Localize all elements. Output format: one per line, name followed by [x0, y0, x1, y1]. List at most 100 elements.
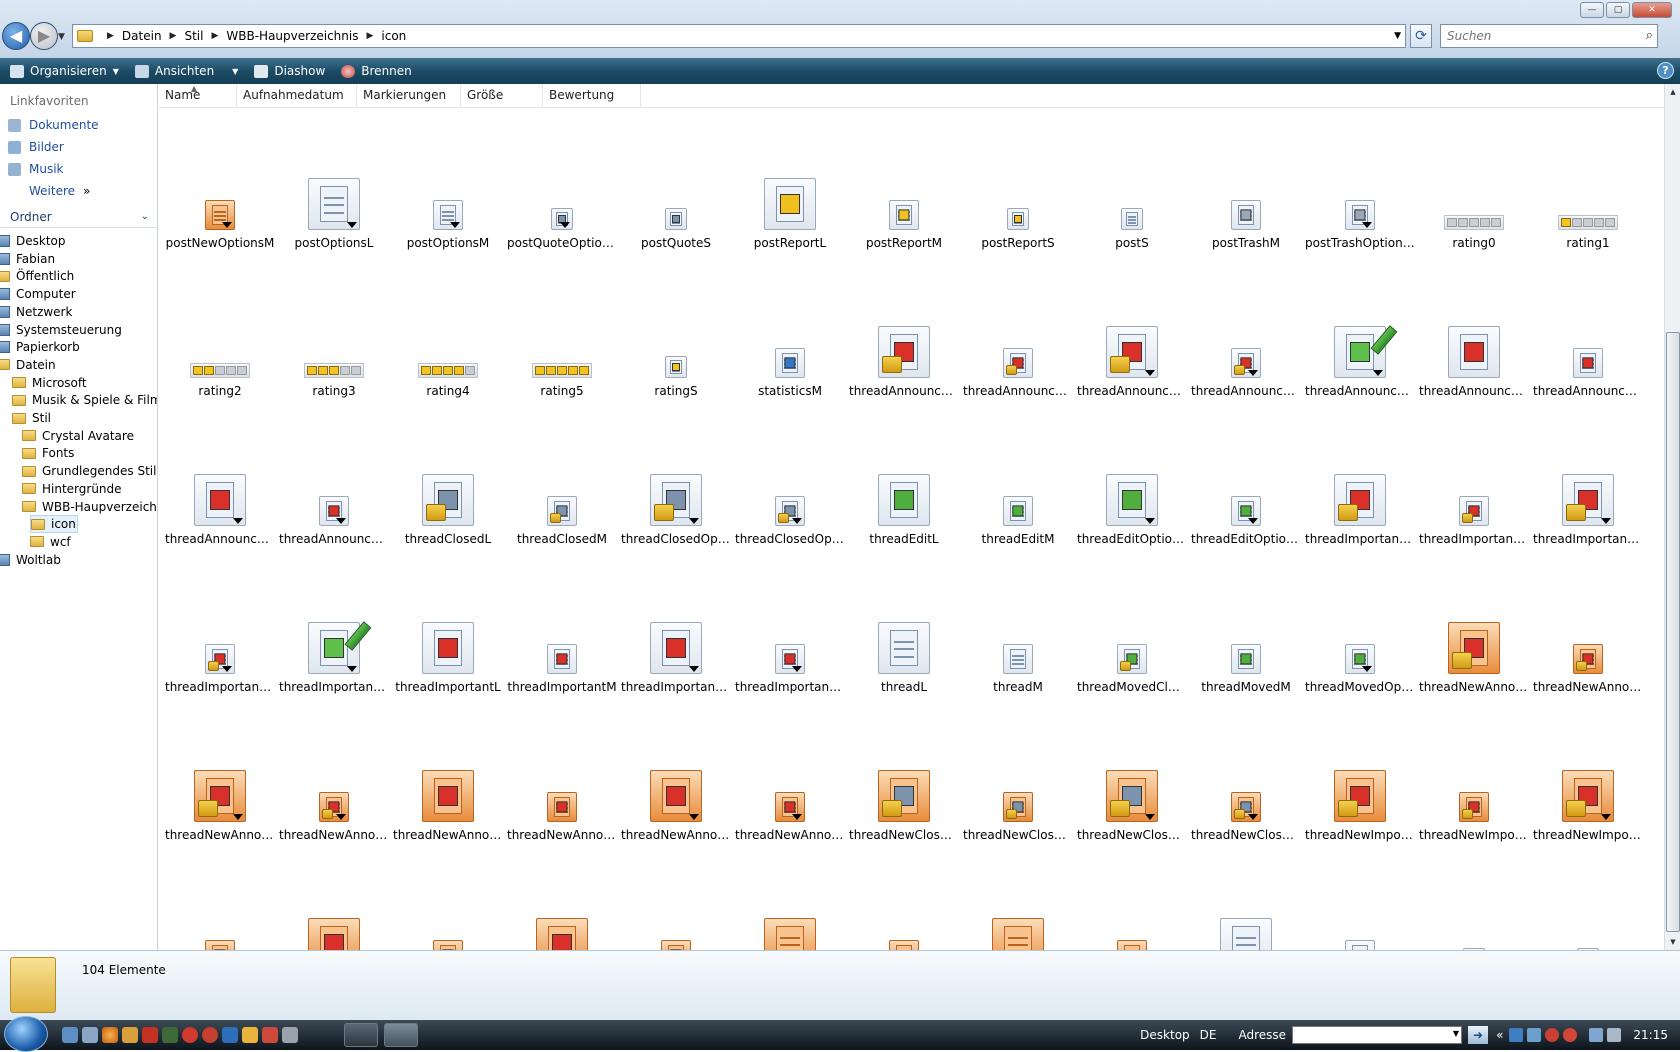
- tray-app-icon[interactable]: [1545, 1028, 1560, 1042]
- file-item[interactable]: ratingS: [619, 256, 733, 404]
- volume-icon[interactable]: [1607, 1028, 1622, 1042]
- file-item[interactable]: rating4: [391, 256, 505, 404]
- app-icon[interactable]: [202, 1027, 218, 1043]
- file-item[interactable]: postOptionsM: [391, 108, 505, 256]
- tree-item[interactable]: Fonts: [22, 444, 157, 462]
- file-item[interactable]: threadMovedClos...: [1075, 552, 1189, 700]
- file-item[interactable]: threadNewM: [847, 848, 961, 950]
- file-item[interactable]: threadNewImport...: [1531, 700, 1645, 848]
- tree-item[interactable]: WBB-Haupverzeichnis: [22, 498, 157, 516]
- file-item[interactable]: postReportS: [961, 108, 1075, 256]
- refresh-icon[interactable]: ⟳: [1410, 24, 1432, 48]
- file-item[interactable]: rating3: [277, 256, 391, 404]
- taskbar-firefox-button[interactable]: [344, 1023, 378, 1047]
- file-item[interactable]: rating1: [1531, 108, 1645, 256]
- breadcrumb-item-stil[interactable]: Stil: [184, 29, 203, 43]
- scroll-up-icon[interactable]: ▲: [1666, 84, 1680, 100]
- start-button[interactable]: [4, 1016, 48, 1052]
- file-item[interactable]: postNewOptionsM: [163, 108, 277, 256]
- file-item[interactable]: postReportM: [847, 108, 961, 256]
- folders-header[interactable]: Ordner ⌄: [0, 208, 157, 228]
- file-item[interactable]: rating0: [1417, 108, 1531, 256]
- tree-item[interactable]: Crystal Avatare: [22, 427, 157, 445]
- file-item[interactable]: threadNewAnnou...: [619, 700, 733, 848]
- file-item[interactable]: threadNewClosedM: [961, 700, 1075, 848]
- file-item[interactable]: threadImportantM: [505, 552, 619, 700]
- tree-item[interactable]: Woltlab: [0, 551, 153, 569]
- file-item[interactable]: threadS: [1531, 848, 1645, 950]
- slideshow-button[interactable]: Diashow: [254, 64, 325, 78]
- taskbar-explorer-button[interactable]: [384, 1023, 418, 1047]
- file-item[interactable]: threadNewOptio...: [1075, 848, 1189, 950]
- tree-item[interactable]: Microsoft: [12, 374, 157, 392]
- filezilla-icon[interactable]: [142, 1027, 158, 1043]
- file-item[interactable]: postTrashOptionsM: [1303, 108, 1417, 256]
- switch-windows-icon[interactable]: [82, 1027, 98, 1043]
- file-item[interactable]: threadNewImport...: [619, 848, 733, 950]
- file-item[interactable]: threadNewAnnou...: [277, 700, 391, 848]
- firefox-icon[interactable]: [102, 1027, 118, 1043]
- file-item[interactable]: threadAnnounce...: [1417, 256, 1531, 404]
- search-icon[interactable]: ⌕: [1646, 28, 1653, 43]
- minimize-button[interactable]: —: [1580, 2, 1604, 18]
- favorite-more[interactable]: Weitere »: [29, 184, 90, 198]
- burn-button[interactable]: Brennen: [341, 64, 412, 78]
- forward-arrow-icon[interactable]: ▶: [30, 22, 58, 50]
- file-item[interactable]: threadNewL: [733, 848, 847, 950]
- favorite-music[interactable]: Musik: [8, 162, 64, 176]
- favorite-pictures[interactable]: Bilder: [8, 140, 64, 154]
- file-item[interactable]: rating5: [505, 256, 619, 404]
- file-item[interactable]: threadAnnounce...: [1189, 256, 1303, 404]
- scroll-down-icon[interactable]: ▼: [1666, 934, 1680, 950]
- search-input[interactable]: [1441, 25, 1631, 47]
- clock[interactable]: 21:15: [1633, 1028, 1668, 1042]
- vertical-scrollbar[interactable]: ▲ ▼: [1664, 84, 1680, 950]
- app-icon[interactable]: [282, 1027, 298, 1043]
- file-item[interactable]: threadNewOptionsL: [961, 848, 1075, 950]
- file-item[interactable]: threadM: [961, 552, 1075, 700]
- file-item[interactable]: threadImportantCl...: [1303, 404, 1417, 552]
- tree-item[interactable]: Fabian: [0, 250, 153, 268]
- app-icon[interactable]: [182, 1027, 198, 1043]
- tree-item[interactable]: Musik & Spiele & Film: [12, 391, 157, 409]
- tray-expand-icon[interactable]: «: [1496, 1028, 1503, 1042]
- views-button[interactable]: Ansichten ▼: [134, 64, 238, 78]
- chevron-right-icon[interactable]: ▶: [211, 31, 218, 41]
- file-item[interactable]: threadImportantE...: [277, 552, 391, 700]
- file-item[interactable]: threadOptionsL: [1189, 848, 1303, 950]
- file-item[interactable]: threadNewAnnou...: [505, 700, 619, 848]
- tray-app-icon[interactable]: [1527, 1028, 1542, 1042]
- address-dropdown-icon[interactable]: ▼: [1394, 31, 1401, 41]
- file-item[interactable]: postReportL: [733, 108, 847, 256]
- recent-pages-chevron-icon[interactable]: ▼: [58, 32, 65, 42]
- file-item[interactable]: threadAnnounce...: [1531, 256, 1645, 404]
- breadcrumb-item-datein[interactable]: Datein: [122, 29, 162, 43]
- file-item[interactable]: threadL: [847, 552, 961, 700]
- address-bar[interactable]: ▶ Datein ▶ Stil ▶ WBB-Haupverzeichnis ▶ …: [72, 24, 1406, 48]
- app-icon[interactable]: [262, 1027, 278, 1043]
- tree-item[interactable]: Papierkorb: [0, 338, 153, 356]
- file-item[interactable]: postTrashM: [1189, 108, 1303, 256]
- network-icon[interactable]: [1589, 1028, 1604, 1042]
- chevron-right-icon[interactable]: ▶: [107, 31, 114, 41]
- organize-button[interactable]: Organisieren ▼: [10, 64, 119, 78]
- file-item[interactable]: threadNewAnnou...: [163, 700, 277, 848]
- file-item[interactable]: statisticsM: [733, 256, 847, 404]
- language-indicator[interactable]: DE: [1200, 1028, 1217, 1042]
- file-item[interactable]: postOptionsL: [277, 108, 391, 256]
- tree-item[interactable]: icon: [30, 515, 78, 534]
- file-item[interactable]: rating2: [163, 256, 277, 404]
- column-tags[interactable]: Markierungen: [357, 84, 461, 108]
- file-item[interactable]: threadMovedM: [1189, 552, 1303, 700]
- file-item[interactable]: threadAnnounce...: [163, 404, 277, 552]
- favorite-documents[interactable]: Dokumente: [8, 118, 99, 132]
- file-item[interactable]: threadClosedOpti...: [619, 404, 733, 552]
- file-item[interactable]: threadNewImport...: [163, 848, 277, 950]
- tree-item[interactable]: Hintergründe: [22, 480, 157, 498]
- tray-app-icon[interactable]: [1563, 1028, 1578, 1042]
- close-button[interactable]: ✕: [1632, 2, 1672, 18]
- chevron-right-icon[interactable]: ▶: [366, 31, 373, 41]
- file-item[interactable]: threadImportantCl...: [1417, 404, 1531, 552]
- file-item[interactable]: threadClosedM: [505, 404, 619, 552]
- file-item[interactable]: threadImportantL: [391, 552, 505, 700]
